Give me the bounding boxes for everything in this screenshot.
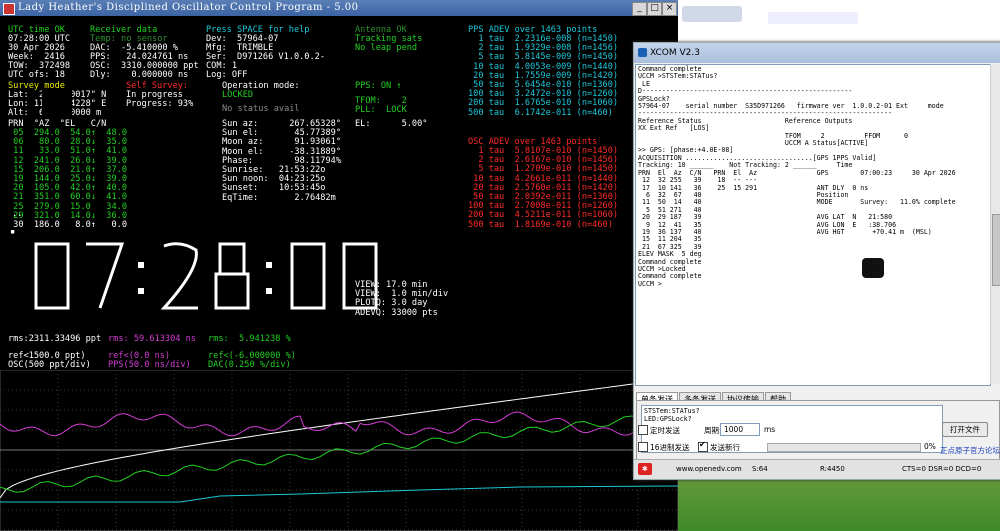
trend-graph xyxy=(0,370,678,531)
operation-locked: LOCKED xyxy=(222,90,254,100)
hex-send-label: 16进制发送 xyxy=(650,443,690,452)
open-file-button[interactable]: 打开文件 xyxy=(942,422,988,437)
clock-digit xyxy=(210,240,254,312)
modem-status: CTS=0 DSR=0 DCD=0 xyxy=(902,465,982,473)
scroll-thumb[interactable] xyxy=(992,214,1000,286)
minimize-button[interactable]: _ xyxy=(632,2,647,16)
website-url: www.openedv.com xyxy=(676,465,742,473)
xcom-app-icon xyxy=(638,48,647,57)
legend-osc: OSC(500 ppt/div) xyxy=(8,360,91,370)
blurred-area xyxy=(682,6,742,22)
clock-digit xyxy=(30,240,74,312)
sun-moon-panel: Sun az: 267.65328° Sun el: 45.77389° Moo… xyxy=(222,119,341,203)
progress-percent: 0% xyxy=(924,442,936,451)
hex-send[interactable]: 16进制发送 xyxy=(638,442,690,453)
hex-send-checkbox[interactable] xyxy=(638,442,648,452)
forum-link[interactable]: 正点原子官方论坛 xyxy=(940,445,1000,456)
receive-scrollbar[interactable] xyxy=(990,64,1000,384)
view-panel: VIEW: 17.0 min VIEW: 1.0 min/div PLOTQ: … xyxy=(355,280,448,318)
clock-colon xyxy=(134,240,150,312)
newline-checkbox[interactable]: ✔ xyxy=(698,440,708,452)
gear-icon[interactable]: ✱ xyxy=(638,463,652,475)
clock-digit xyxy=(82,240,126,312)
receive-line: UCCM >STSTem:STATus? xyxy=(638,72,718,81)
receive-textarea[interactable]: Command complete UCCM >STSTem:STATus? LE D… xyxy=(635,64,991,386)
clock-digit xyxy=(158,240,202,312)
desktop-top xyxy=(678,0,1000,42)
elevation-mask: EL: 5.00° xyxy=(355,119,428,129)
xcom-title: XCOM V2.3 xyxy=(650,48,700,58)
position-redaction xyxy=(42,88,72,116)
receiver-dly: Dly: 0.000000 ns xyxy=(90,70,189,80)
app-icon xyxy=(3,3,15,15)
blurred-area xyxy=(768,12,858,24)
adev-queue: ADEVQ: 33000 pts xyxy=(355,307,438,318)
survey-progress: Progress: 93% xyxy=(126,99,194,109)
timed-send[interactable]: 定时发送 xyxy=(638,425,680,436)
period-input[interactable]: 1000 xyxy=(720,423,760,436)
legend-pps: PPS(50.0 ns/div) xyxy=(108,360,191,370)
sat-table: 05 294.0 54.0↑ 48.0 06 80.0 28.0↓ 35.0 1… xyxy=(8,128,127,231)
status-bar: ✱ www.openedv.com S:64 R:4450 CTS=0 DSR=… xyxy=(634,459,1000,479)
rms-dac: rms: 5.941238 % xyxy=(208,334,291,344)
receive-line: UCCM > xyxy=(638,279,662,288)
redaction-blob xyxy=(862,258,884,278)
progress-bar xyxy=(767,443,921,452)
pps-adev-table: 1 tau 2.2316e-008 (n=1450) 2 tau 1.9329e… xyxy=(468,34,618,118)
period-value: 1000 xyxy=(724,425,744,434)
lady-heather-window: Lady Heather's Disciplined Oscillator Co… xyxy=(0,0,678,531)
pps-on: PPS: ON ↑ xyxy=(355,81,402,91)
period-label: 周期: xyxy=(704,426,722,435)
rms-osc: rms:2311.33496 ppt xyxy=(8,334,102,344)
period-unit: ms xyxy=(764,425,776,434)
xcom-window: XCOM V2.3 Command complete UCCM >STSTem:S… xyxy=(633,42,1000,480)
receive-line: Command complete xyxy=(638,272,702,281)
clock-digit xyxy=(286,240,330,312)
adev-row: 500 tau 1.8169e-010 (n=460) xyxy=(468,219,613,230)
maximize-button[interactable]: □ xyxy=(647,2,662,16)
xcom-titlebar: XCOM V2.3 xyxy=(634,43,1000,63)
receive-line: D---------------------------------------… xyxy=(638,87,853,96)
window-title: Lady Heather's Disciplined Oscillator Co… xyxy=(18,2,359,13)
newline-send[interactable]: ✔ 发送新行 xyxy=(698,440,740,453)
timed-send-label: 定时发送 xyxy=(650,426,680,435)
no-status: No status avail xyxy=(222,104,300,114)
lh-titlebar: Lady Heather's Disciplined Oscillator Co… xyxy=(0,0,678,16)
rms-pps: rms: 59.613304 ns xyxy=(108,334,196,344)
clock-colon xyxy=(262,240,278,312)
newline-send-label: 发送新行 xyxy=(710,443,740,452)
leap-status: No leap pend xyxy=(355,43,418,53)
sat-row: 30 186.0 8.0↑ 0.0 xyxy=(8,220,127,231)
equation-of-time: EqTime: 2.76482m xyxy=(222,192,336,203)
send-count: S:64 xyxy=(752,465,768,473)
timed-send-checkbox[interactable] xyxy=(638,425,648,435)
sat-tick: ▪ xyxy=(10,227,16,237)
send-line: LED:GPSLock? xyxy=(644,415,692,423)
receive-count: R:4450 xyxy=(820,465,845,473)
pll-status: PLL: LOCK xyxy=(355,105,407,115)
utc-offset: UTC ofs: 18 xyxy=(8,70,65,80)
legend-dac: DAC(0.250 %/div) xyxy=(208,360,291,370)
osc-adev-table: 1 tau 5.8107e-010 (n=1450) 2 tau 2.6167e… xyxy=(468,146,618,230)
log-status: Log: OFF xyxy=(206,70,248,80)
adev-row: 500 tau 6.1742e-011 (n=460) xyxy=(468,107,613,118)
close-button[interactable]: × xyxy=(662,2,677,16)
dots: .. xyxy=(12,209,23,219)
